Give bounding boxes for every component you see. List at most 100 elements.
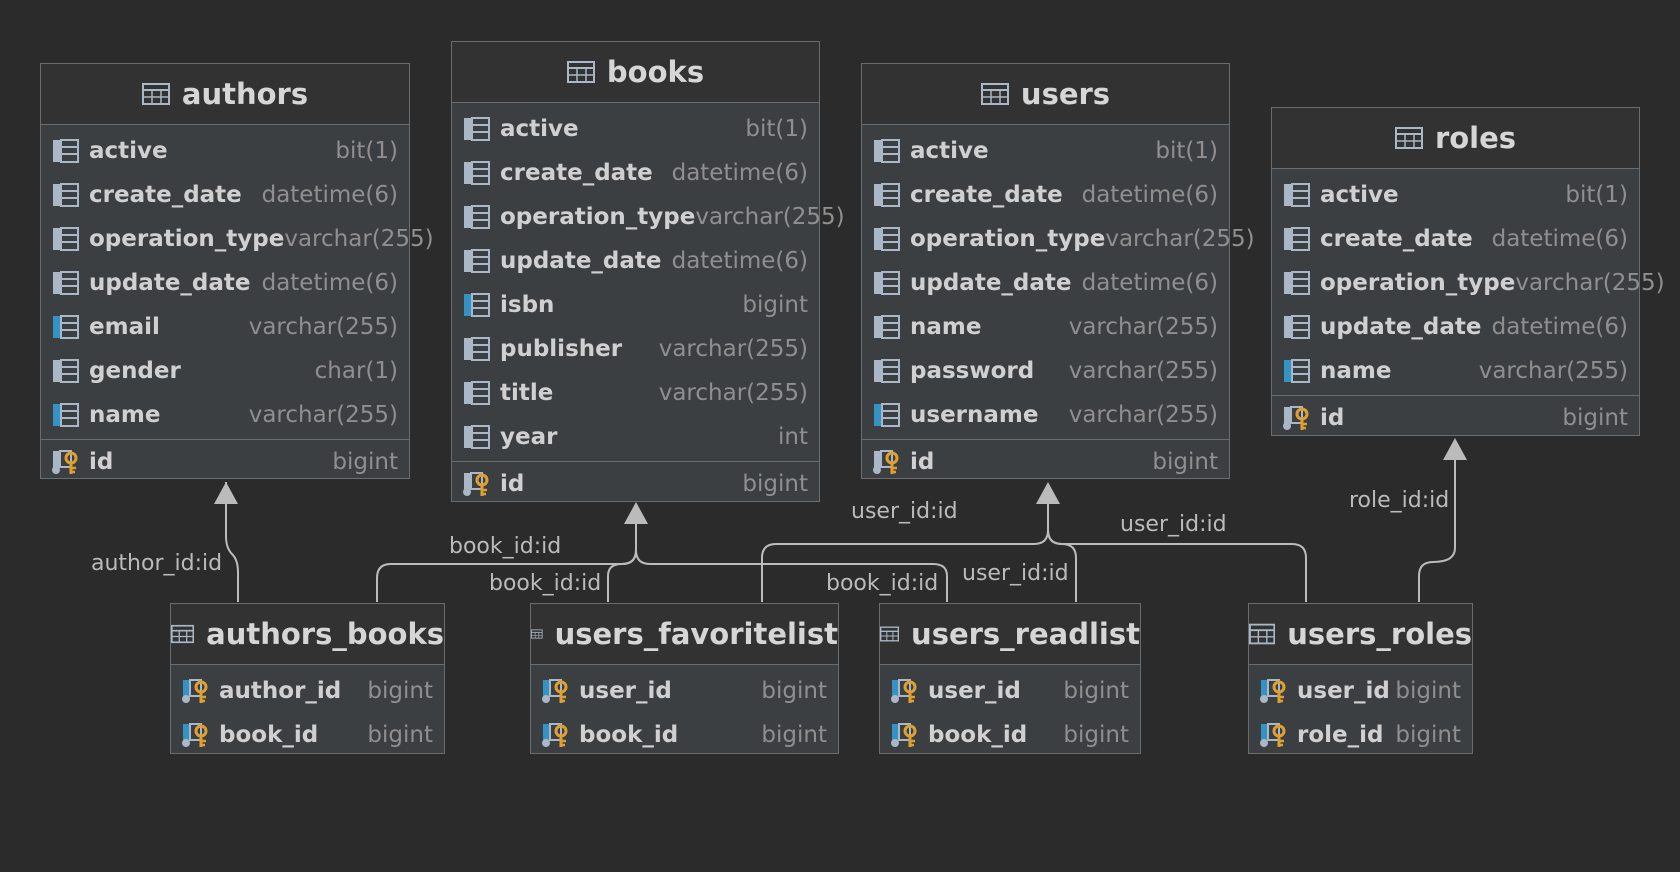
- column-row-active[interactable]: active bit(1): [452, 107, 819, 151]
- column-name: id: [89, 449, 114, 475]
- column-icon: [874, 139, 900, 163]
- column-row-username[interactable]: username varchar(255): [862, 393, 1229, 437]
- entity-authors-books[interactable]: authors_books author_id bigint book_id bigin…: [170, 603, 445, 754]
- key-row-book-id[interactable]: book_id bigint: [531, 713, 838, 757]
- key-row-book-id[interactable]: book_id bigint: [171, 713, 444, 757]
- column-name: operation_type: [89, 226, 285, 252]
- column-type: bigint: [332, 449, 398, 475]
- column-type: bigint: [1562, 405, 1628, 431]
- key-row-id[interactable]: id bigint: [862, 440, 1229, 484]
- column-name: name: [89, 402, 161, 428]
- column-icon: [874, 359, 900, 383]
- key-list: author_id bigint book_id bigint: [171, 669, 444, 757]
- column-name: operation_type: [910, 226, 1106, 252]
- entity-roles[interactable]: roles active bit(1) create_date datetime(6) o…: [1271, 107, 1665, 436]
- entity-authors[interactable]: authors active bit(1) create_date datetime(6…: [40, 63, 434, 479]
- column-type: bigint: [742, 471, 808, 497]
- key-row-book-id[interactable]: book_id bigint: [880, 713, 1140, 757]
- column-type: varchar(255): [1515, 270, 1665, 296]
- indexed-column-icon: [53, 403, 79, 427]
- entity-users-roles[interactable]: users_roles user_id bigint role_id bigint: [1248, 603, 1473, 754]
- key-row-id[interactable]: id bigint: [41, 440, 409, 484]
- key-row-user-id[interactable]: user_id bigint: [531, 669, 838, 713]
- column-type: bit(1): [745, 116, 808, 142]
- entity-title: users_favoritelist: [554, 617, 838, 651]
- foreign-primary-key-icon: [891, 723, 917, 747]
- column-row-active[interactable]: active bit(1): [41, 129, 409, 173]
- column-type: char(1): [314, 358, 398, 384]
- column-row-operation-type[interactable]: operation_type varchar(255): [1272, 261, 1665, 305]
- entity-header: users_roles: [1249, 604, 1472, 665]
- column-row-gender[interactable]: gender char(1): [41, 349, 409, 393]
- table-icon: [880, 626, 900, 642]
- column-row-create-date[interactable]: create_date datetime(6): [862, 173, 1229, 217]
- column-list: active bit(1) create_date datetime(6) operat…: [452, 103, 845, 459]
- key-row-role-id[interactable]: role_id bigint: [1249, 713, 1472, 757]
- entity-title: users_roles: [1287, 617, 1472, 651]
- entity-header: authors_books: [171, 604, 444, 665]
- column-row-year[interactable]: year int: [452, 415, 819, 459]
- key-row-id[interactable]: id bigint: [452, 462, 819, 506]
- table-icon: [171, 624, 195, 644]
- entity-title: authors: [181, 77, 309, 111]
- indexed-column-icon: [1284, 359, 1310, 383]
- column-name: operation_type: [500, 204, 696, 230]
- entity-users[interactable]: users active bit(1) create_date datetime(6) o…: [861, 63, 1255, 479]
- column-name: isbn: [500, 292, 555, 318]
- column-type: varchar(255): [1478, 358, 1628, 384]
- column-name: create_date: [89, 182, 242, 208]
- column-row-operation-type[interactable]: operation_type varchar(255): [862, 217, 1255, 261]
- column-row-operation-type[interactable]: operation_type varchar(255): [41, 217, 434, 261]
- column-row-publisher[interactable]: publisher varchar(255): [452, 327, 819, 371]
- column-row-name[interactable]: name varchar(255): [1272, 349, 1639, 393]
- entity-header: users_favoritelist: [531, 604, 838, 665]
- column-icon: [464, 425, 490, 449]
- column-row-update-date[interactable]: update_date datetime(6): [41, 261, 409, 305]
- key-row-user-id[interactable]: user_id bigint: [880, 669, 1140, 713]
- entity-users-favoritelist[interactable]: users_favoritelist user_id bigint book_id bi…: [530, 603, 839, 754]
- column-icon: [464, 161, 490, 185]
- column-icon: [53, 271, 79, 295]
- column-row-title[interactable]: title varchar(255): [452, 371, 819, 415]
- column-type: varchar(255): [1068, 314, 1218, 340]
- column-row-update-date[interactable]: update_date datetime(6): [862, 261, 1229, 305]
- edge-label-author-id: author_id:id: [91, 551, 223, 576]
- column-row-active[interactable]: active bit(1): [862, 129, 1229, 173]
- column-type: datetime(6): [1491, 226, 1628, 252]
- entity-books[interactable]: books active bit(1) create_date datetime(6) o…: [451, 41, 845, 502]
- key-row-id[interactable]: id bigint: [1272, 396, 1639, 440]
- column-row-create-date[interactable]: create_date datetime(6): [452, 151, 819, 195]
- edge-favoritelist-books: [607, 549, 637, 602]
- column-row-create-date[interactable]: create_date datetime(6): [1272, 217, 1639, 261]
- column-row-password[interactable]: password varchar(255): [862, 349, 1229, 393]
- column-row-update-date[interactable]: update_date datetime(6): [452, 239, 819, 283]
- column-icon: [874, 183, 900, 207]
- column-list: active bit(1) create_date datetime(6) operat…: [1272, 169, 1665, 393]
- edge-label-book-id-favoritelist: book_id:id: [489, 571, 602, 596]
- column-type: bigint: [742, 292, 808, 318]
- key-list: user_id bigint role_id bigint: [1249, 669, 1472, 757]
- column-type: varchar(255): [248, 314, 398, 340]
- column-name: id: [1320, 405, 1345, 431]
- column-type: bigint: [1395, 678, 1461, 704]
- column-type: varchar(255): [284, 226, 434, 252]
- column-row-create-date[interactable]: create_date datetime(6): [41, 173, 409, 217]
- column-row-name[interactable]: name varchar(255): [862, 305, 1229, 349]
- column-type: varchar(255): [248, 402, 398, 428]
- column-row-name[interactable]: name varchar(255): [41, 393, 409, 437]
- key-row-user-id[interactable]: user_id bigint: [1249, 669, 1472, 713]
- column-row-operation-type[interactable]: operation_type varchar(255): [452, 195, 845, 239]
- column-type: bigint: [761, 678, 827, 704]
- column-row-isbn[interactable]: isbn bigint: [452, 283, 819, 327]
- column-row-email[interactable]: email varchar(255): [41, 305, 409, 349]
- key-list: user_id bigint book_id bigint: [531, 669, 838, 757]
- column-name: book_id: [219, 722, 319, 748]
- column-type: int: [778, 424, 808, 450]
- column-type: varchar(255): [658, 380, 808, 406]
- column-row-update-date[interactable]: update_date datetime(6): [1272, 305, 1639, 349]
- entity-users-readlist[interactable]: users_readlist user_id bigint book_id bigint: [879, 603, 1141, 754]
- key-row-author-id[interactable]: author_id bigint: [171, 669, 444, 713]
- column-row-active[interactable]: active bit(1): [1272, 173, 1639, 217]
- column-icon: [1284, 227, 1310, 251]
- column-type: datetime(6): [671, 248, 808, 274]
